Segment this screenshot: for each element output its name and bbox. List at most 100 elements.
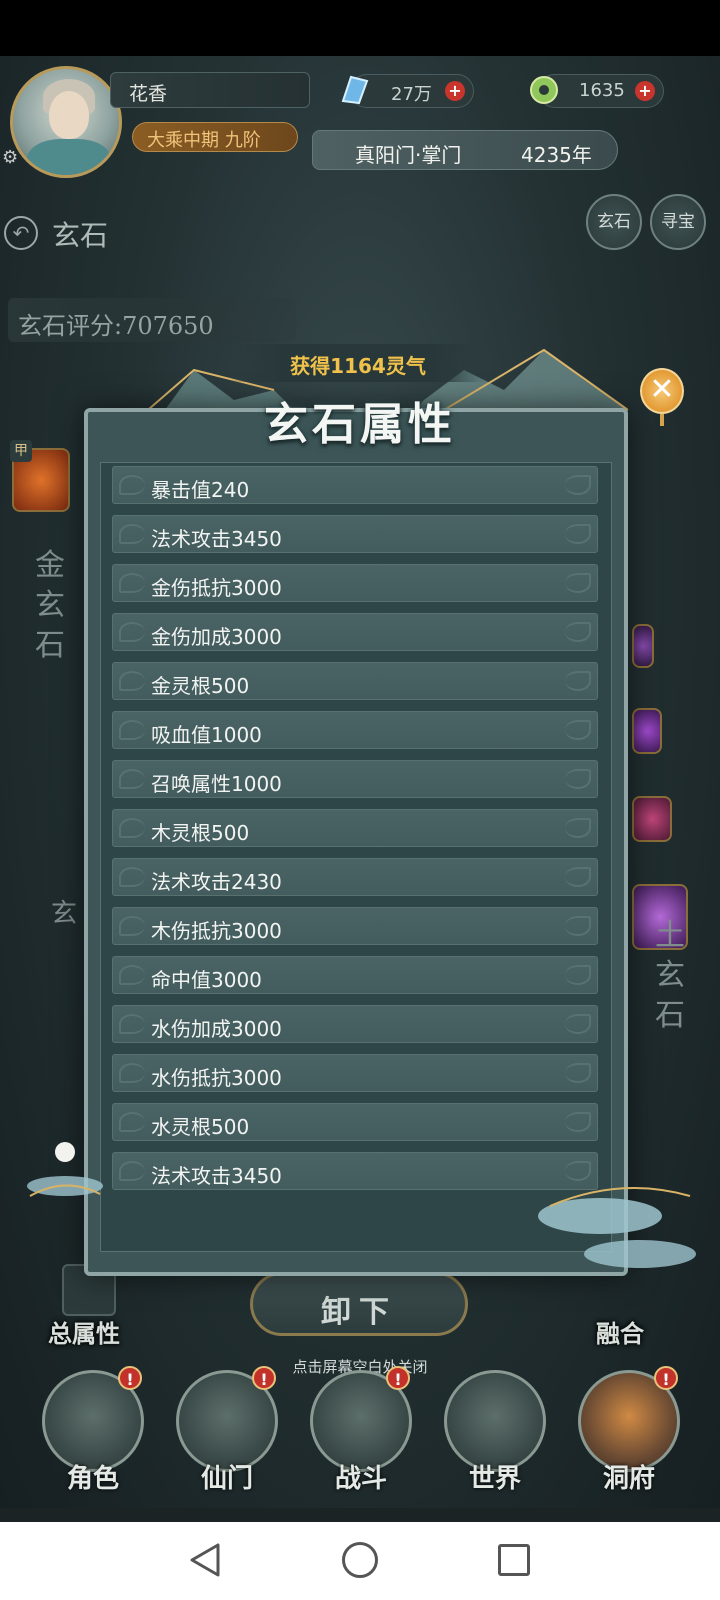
attribute-row: 水伤加成3000 <box>112 1005 598 1043</box>
cloud-swirl-icon <box>565 867 591 887</box>
recent-square-icon[interactable] <box>498 1544 530 1576</box>
world-landscape-icon <box>444 1370 546 1472</box>
right-stone-slot-4[interactable] <box>632 624 654 668</box>
cloud-swirl-icon <box>565 622 591 642</box>
nav-character-label: 角色 <box>66 1464 119 1494</box>
settings-gear-icon[interactable]: ⚙ <box>2 148 22 168</box>
cloud-swirl-icon <box>119 475 145 495</box>
attribute-row: 金伤加成3000 <box>112 613 598 651</box>
spirit-stone-counter: 27万 + <box>341 74 474 108</box>
jade-value: 1635 <box>579 80 625 101</box>
back-arrow-icon[interactable]: ↶ <box>4 216 38 250</box>
nav-battle[interactable]: ! 战斗 <box>306 1366 416 1506</box>
cultivation-rank-plate: 大乘中期 九阶 <box>132 122 298 152</box>
cloud-swirl-icon <box>565 769 591 789</box>
attribute-row: 金伤抵抗3000 <box>112 564 598 602</box>
attribute-text: 暴击值240 <box>151 478 250 502</box>
nav-character[interactable]: ! 角色 <box>38 1366 148 1506</box>
attribute-text: 金灵根500 <box>151 674 250 698</box>
attribute-text: 金伤加成3000 <box>151 625 282 649</box>
nav-cave-label: 洞府 <box>602 1464 655 1494</box>
cloud-swirl-icon <box>119 671 145 691</box>
jade-counter: 1635 + <box>530 74 664 108</box>
tassel-decoration <box>660 414 664 426</box>
nav-world[interactable]: 世界 <box>440 1366 550 1506</box>
add-spirit-stone-button[interactable]: + <box>445 81 465 101</box>
tab-xuanshi-button[interactable]: 玄石 <box>586 194 642 250</box>
attribute-text: 木灵根500 <box>151 821 250 845</box>
unload-label: 卸下 <box>321 1295 397 1330</box>
cloud-swirl-icon <box>565 573 591 593</box>
spirit-stone-value: 27万 <box>391 84 432 105</box>
nav-world-label: 世界 <box>468 1464 521 1494</box>
cloud-swirl-icon <box>119 1014 145 1034</box>
attribute-row: 金灵根500 <box>112 662 598 700</box>
back-triangle-icon[interactable] <box>188 1542 222 1578</box>
player-name-plate: 花香 <box>110 72 310 108</box>
right-stone-slot-3[interactable] <box>632 708 662 754</box>
total-attributes-button[interactable]: 总属性 <box>48 1314 120 1349</box>
right-stone-slot-2[interactable] <box>632 796 672 842</box>
cloud-swirl-icon <box>565 1063 591 1083</box>
nav-sect-label: 仙门 <box>200 1464 253 1494</box>
jade-icon <box>530 76 558 104</box>
player-name: 花香 <box>129 83 168 105</box>
unload-button[interactable]: 卸下 <box>250 1272 468 1336</box>
game-year: 4235年 <box>521 143 592 167</box>
cloud-swirl-icon <box>119 622 145 642</box>
attribute-row: 木灵根500 <box>112 809 598 847</box>
attribute-text: 水伤抵抗3000 <box>151 1066 282 1090</box>
left-slot-label: 金玄石 <box>35 548 65 663</box>
cloud-swirl-icon <box>565 965 591 985</box>
attribute-row: 法术攻击3450 <box>112 1152 598 1190</box>
cloud-swirl-icon <box>565 475 591 495</box>
system-navigation-bar <box>0 1522 720 1600</box>
add-jade-button[interactable]: + <box>635 81 655 101</box>
attribute-row: 水伤抵抗3000 <box>112 1054 598 1092</box>
modal-title: 玄石属性 <box>264 399 456 450</box>
attribute-row: 吸血值1000 <box>112 711 598 749</box>
lotus-leaf-icon <box>538 1187 696 1268</box>
status-bar <box>0 0 720 56</box>
alert-badge: ! <box>252 1366 276 1390</box>
cloud-swirl-icon <box>119 573 145 593</box>
page-title: 玄石 <box>52 219 109 252</box>
attribute-text: 吸血值1000 <box>151 723 262 747</box>
attribute-text: 木伤抵抗3000 <box>151 919 282 943</box>
left-partial-label: 玄 <box>50 899 77 929</box>
cloud-swirl-icon <box>119 818 145 838</box>
cultivation-rank: 大乘中期 九阶 <box>147 130 261 151</box>
bottom-strip <box>0 1508 720 1522</box>
attribute-row: 暴击值240 <box>112 466 598 504</box>
close-icon: ✕ <box>649 372 675 407</box>
gain-banner: 获得1164灵气 <box>230 344 486 382</box>
attribute-text: 水伤加成3000 <box>151 1017 282 1041</box>
attribute-row: 木伤抵抗3000 <box>112 907 598 945</box>
tab-treasure-hunt-button[interactable]: 寻宝 <box>650 194 706 250</box>
attribute-row: 法术攻击2430 <box>112 858 598 896</box>
fuse-button[interactable]: 融合 <box>596 1314 644 1349</box>
attribute-list: 暴击值240 法术攻击3450 金伤抵抗3000 金伤加成3000 金灵根500… <box>112 466 598 1201</box>
cloud-swirl-icon <box>119 965 145 985</box>
lotus-flower-icon <box>27 1142 103 1197</box>
nav-sect[interactable]: ! 仙门 <box>172 1366 282 1506</box>
nav-cave[interactable]: ! 洞府 <box>574 1366 684 1506</box>
cloud-swirl-icon <box>565 720 591 740</box>
alert-badge: ! <box>654 1366 678 1390</box>
cloud-swirl-icon <box>119 769 145 789</box>
spirit-stone-icon <box>341 75 369 105</box>
attribute-text: 命中值3000 <box>151 968 262 992</box>
attribute-text: 法术攻击3450 <box>151 1164 282 1188</box>
home-circle-icon[interactable] <box>342 1542 378 1578</box>
cloud-swirl-icon <box>565 1112 591 1132</box>
attribute-text: 金伤抵抗3000 <box>151 576 282 600</box>
game-screen: ⚙ 花香 大乘中期 九阶 27万 + 1635 + 真阳门·掌门 4235年 ↶… <box>0 56 720 1522</box>
attribute-text: 法术攻击2430 <box>151 870 282 894</box>
close-button[interactable]: ✕ <box>638 364 688 426</box>
cloud-swirl-icon <box>119 1112 145 1132</box>
attribute-text: 召唤属性1000 <box>151 772 282 796</box>
cloud-swirl-icon <box>119 867 145 887</box>
player-avatar[interactable] <box>10 66 122 178</box>
sect-plate: 真阳门·掌门 4235年 <box>312 130 618 170</box>
attribute-row: 水灵根500 <box>112 1103 598 1141</box>
